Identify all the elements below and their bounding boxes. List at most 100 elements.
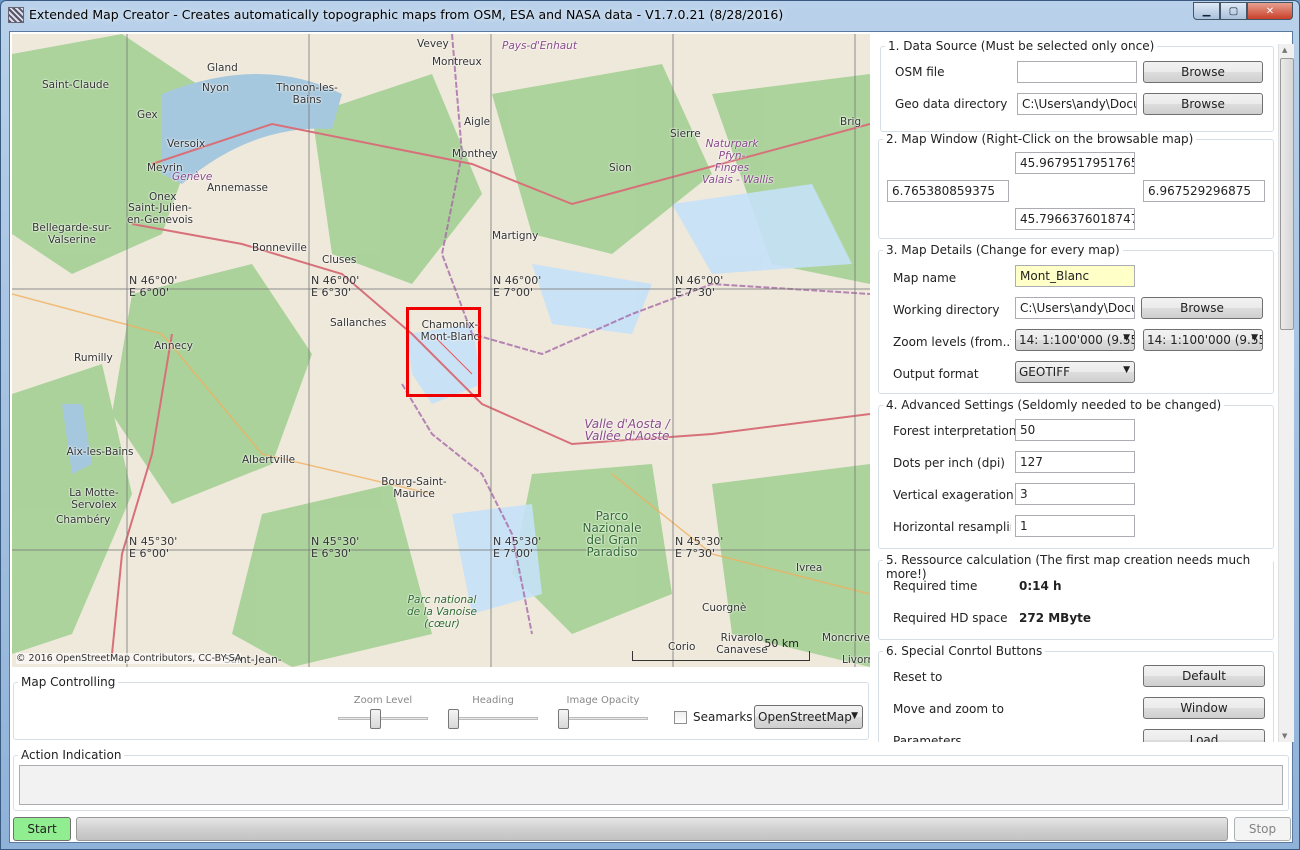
zoom-level-slider[interactable] (338, 707, 428, 731)
place-label: Bourg-Saint-Maurice (381, 476, 447, 500)
close-button[interactable]: ✕ (1247, 2, 1293, 20)
place-label: Saint-Claude (42, 79, 110, 91)
scale-label: 50 km (764, 637, 799, 650)
map-name-input[interactable]: Mont_Blanc (1015, 265, 1135, 287)
place-label: Cluses (322, 254, 357, 266)
forest-label: Forest interpretation (893, 424, 1017, 438)
zoom-to-value: 14: 1:100'000 (9.55 m/px) (1147, 333, 1263, 347)
application-window: Extended Map Creator - Creates automatic… (0, 0, 1300, 850)
working-dir-input[interactable]: C:\Users\andy\Documents (1015, 297, 1135, 319)
osm-browse-button[interactable]: Browse (1143, 61, 1263, 83)
north-bound-input[interactable]: 45.9679517951765 (1015, 152, 1135, 174)
image-opacity-slider[interactable] (558, 707, 648, 731)
reset-label: Reset to (893, 670, 943, 684)
horizontal-resampling-label: Horizontal resampling (893, 520, 1011, 534)
browsable-map[interactable]: N 46°00' E 6°00' N 46°00' E 6°30' N 46°00' E … (12, 34, 870, 667)
window-title: Extended Map Creator - Creates automatic… (29, 7, 784, 22)
scroll-up-icon[interactable]: ▲ (1282, 46, 1287, 54)
horizontal-resampling-input[interactable]: 1 (1015, 515, 1135, 537)
slider-thumb[interactable] (558, 709, 569, 729)
geo-browse-button[interactable]: Browse (1143, 93, 1263, 115)
region-label: Pays-d'Enhaut (502, 40, 577, 52)
stop-button[interactable]: Stop (1234, 817, 1291, 841)
heading-label: Heading (472, 695, 514, 706)
group-legend: Action Indication (18, 748, 125, 762)
place-label: Thonon-les-Bains (276, 82, 338, 106)
app-icon (8, 7, 24, 23)
move-zoom-label: Move and zoom to (893, 702, 1004, 716)
slider-thumb[interactable] (448, 709, 459, 729)
working-dir-label: Working directory (893, 303, 1000, 317)
seamarks-label: Seamarks (693, 710, 753, 724)
vertical-exaggeration-input[interactable]: 3 (1015, 483, 1135, 505)
place-label: Albertville (242, 454, 296, 466)
heading-slider[interactable] (448, 707, 538, 731)
region-label: Naturpark Pfyn-Finges (705, 138, 759, 174)
window-button[interactable]: Window (1143, 697, 1265, 719)
place-label: Annemasse (207, 182, 269, 194)
map-layer-value: OpenStreetMap (758, 710, 852, 724)
zoom-from-dropdown[interactable]: 14: 1:100'000 (9.55 m/px)▼ (1015, 329, 1135, 351)
west-bound-input[interactable]: 6.765380859375 (887, 180, 1009, 202)
output-format-dropdown[interactable]: GEOTIFF ▼ (1015, 361, 1135, 383)
grid-coordinate-label: N 45°30' E 6°30' (311, 536, 359, 560)
zoom-levels-label: Zoom levels (from..to) (893, 335, 1011, 349)
load-button[interactable]: Load (1143, 729, 1265, 742)
place-label: La Motte-Servolex (69, 487, 119, 511)
default-button[interactable]: Default (1143, 665, 1265, 687)
minimize-button[interactable]: ▁ (1193, 2, 1220, 20)
grid-coordinate-label: N 46°00' E 6°30' (311, 275, 359, 299)
place-label: Sierre (670, 128, 701, 140)
panel-scrollbar[interactable]: ▲ ▼ (1278, 44, 1294, 742)
map-attribution: © 2016 OpenStreetMap Contributors, CC-BY… (16, 653, 242, 664)
working-dir-browse-button[interactable]: Browse (1141, 297, 1263, 319)
data-source-group: 1. Data Source (Must be selected only on… (880, 39, 1274, 132)
place-label: Aigle (464, 116, 491, 128)
place-label: Brig (840, 116, 862, 128)
park-label: Parco Nazionale del Gran Paradiso (582, 509, 642, 559)
place-label: Moncrivel (822, 632, 870, 644)
chevron-down-icon: ▼ (1251, 333, 1258, 343)
slider-thumb[interactable] (369, 709, 381, 729)
longitude-label: E 7°30' (675, 547, 715, 560)
south-bound-input[interactable]: 45.7966376018747 (1015, 208, 1135, 230)
progress-bar (76, 817, 1228, 841)
resource-calculation-group: 5. Ressource calculation (The first map … (878, 553, 1274, 640)
output-format-value: GEOTIFF (1019, 365, 1070, 379)
place-label: Monthey (452, 148, 498, 160)
required-time-label: Required time (893, 579, 978, 593)
longitude-label: E 6°30' (311, 286, 351, 299)
title-bar: Extended Map Creator - Creates automatic… (1, 1, 1299, 29)
start-button[interactable]: Start (13, 817, 71, 841)
region-label: Valais - Wallis (702, 174, 774, 186)
map-scale-bar: 50 km (632, 637, 810, 661)
map-layer-dropdown[interactable]: OpenStreetMap ▼ (754, 705, 863, 729)
special-control-group: 6. Special Conrtol Buttons Reset to Defa… (878, 644, 1274, 742)
region-label: Parc national de la Vanoise (cœur) (406, 594, 478, 630)
place-label: Bellegarde-sur-Valserine (32, 222, 112, 246)
longitude-label: E 7°00' (493, 286, 533, 299)
geo-dir-label: Geo data directory (895, 97, 1008, 111)
zoom-level-label: Zoom Level (353, 695, 413, 706)
image-opacity-label: Image Opacity (566, 695, 640, 706)
grid-coordinate-label: N 45°30' E 7°30' (675, 536, 723, 560)
group-legend: 2. Map Window (Right-Click on the browsa… (883, 132, 1197, 146)
east-bound-input[interactable]: 6.967529296875 (1143, 180, 1265, 202)
forest-input[interactable]: 50 (1015, 419, 1135, 441)
place-label: Vevey (417, 38, 449, 50)
osm-file-input[interactable] (1017, 61, 1137, 83)
zoom-to-dropdown[interactable]: 14: 1:100'000 (9.55 m/px)▼ (1143, 329, 1263, 351)
vertical-exaggeration-label: Vertical exageration (893, 488, 1014, 502)
maximize-button[interactable]: ▢ (1220, 2, 1247, 20)
scrollbar-thumb[interactable] (1280, 58, 1294, 330)
place-label: Versoix (167, 138, 206, 150)
scroll-down-icon[interactable]: ▼ (1282, 732, 1287, 740)
place-label: Chamonix-Mont-Blanc (420, 319, 480, 343)
place-label: Sallanches (330, 317, 387, 329)
longitude-label: E 6°00' (129, 547, 169, 560)
geo-dir-input[interactable]: C:\Users\andy\Documents (1017, 93, 1137, 115)
required-space-value: 272 MByte (1019, 611, 1092, 625)
osm-file-label: OSM file (895, 65, 945, 79)
seamarks-checkbox[interactable] (674, 711, 687, 724)
dpi-input[interactable]: 127 (1015, 451, 1135, 473)
